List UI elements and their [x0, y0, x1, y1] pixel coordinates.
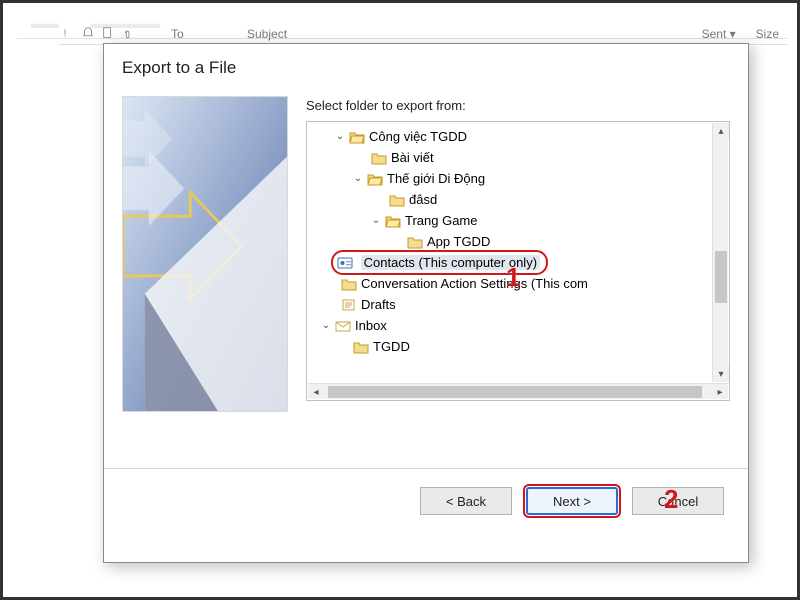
cancel-button[interactable]: Cancel — [632, 487, 724, 515]
col-size-label: Size — [756, 27, 779, 41]
tree-item-label: Bài viết — [391, 148, 434, 168]
horizontal-scrollbar[interactable]: ◂ ▸ — [308, 383, 728, 399]
tree-item[interactable]: đâsd — [315, 189, 712, 210]
open-folder-icon — [385, 214, 401, 228]
collapse-toggle-icon[interactable]: ⌄ — [351, 169, 365, 189]
tree-item-contacts[interactable]: Contacts (This computer only) — [315, 252, 712, 273]
tree-item-label: đâsd — [409, 190, 437, 210]
tree-item[interactable]: TGDD — [315, 336, 712, 357]
tree-item-label: Công việc TGDD — [369, 127, 467, 147]
back-button[interactable]: < Back — [420, 487, 512, 515]
tree-item-label: Conversation Action Settings (This com — [361, 274, 588, 294]
open-folder-icon — [349, 130, 365, 144]
folder-icon — [341, 277, 357, 291]
column-headers: To Subject Sent ▾ Size — [59, 23, 787, 45]
wizard-illustration — [122, 96, 288, 412]
prompt-label: Select folder to export from: — [306, 98, 730, 113]
col-to-label: To — [171, 27, 247, 41]
tree-item[interactable]: Drafts — [315, 294, 712, 315]
tree-item[interactable]: ⌄ Công việc TGDD — [315, 126, 712, 147]
tree-item-label: Thế giới Di Động — [387, 169, 485, 189]
tree-item[interactable]: Conversation Action Settings (This com — [315, 273, 712, 294]
tree-item[interactable]: ⌄ Trang Game — [315, 210, 712, 231]
inbox-icon — [335, 319, 351, 333]
tree-item[interactable]: Bài viết — [315, 147, 712, 168]
export-wizard-dialog: Export to a File Select folder to export — [103, 43, 749, 563]
collapse-toggle-icon[interactable]: ⌄ — [319, 316, 333, 336]
tab-all-blur: ▬▬ — [31, 15, 59, 31]
scroll-thumb[interactable] — [715, 251, 727, 303]
tree-item[interactable]: ⌄ Inbox — [315, 315, 712, 336]
scroll-down-icon[interactable]: ▾ — [713, 366, 729, 382]
col-subject-label: Subject — [247, 27, 287, 41]
col-sent-label: Sent ▾ — [702, 27, 736, 41]
wizard-button-row: < Back Next > Cancel — [104, 469, 748, 515]
tree-item-label: Drafts — [361, 295, 396, 315]
folder-icon — [389, 193, 405, 207]
scroll-right-icon[interactable]: ▸ — [712, 384, 728, 400]
scroll-left-icon[interactable]: ◂ — [308, 384, 324, 400]
collapse-toggle-icon[interactable]: ⌄ — [333, 127, 347, 147]
tree-item-label: Contacts (This computer only) — [361, 255, 540, 270]
open-folder-icon — [367, 172, 383, 186]
next-button[interactable]: Next > — [526, 487, 618, 515]
tree-item[interactable]: App TGDD — [315, 231, 712, 252]
folder-icon — [407, 235, 423, 249]
tree-item-label: Inbox — [355, 316, 387, 336]
scroll-thumb[interactable] — [328, 386, 702, 398]
collapse-toggle-icon[interactable]: ⌄ — [369, 211, 383, 231]
tree-item-label: TGDD — [373, 337, 410, 357]
tree-item-label: Trang Game — [405, 211, 478, 231]
scroll-up-icon[interactable]: ▴ — [713, 123, 729, 139]
tree-item-label: App TGDD — [427, 232, 490, 252]
contacts-icon — [337, 256, 353, 270]
folder-tree[interactable]: ⌄ Công việc TGDD Bài viết — [306, 121, 730, 401]
drafts-icon — [341, 298, 357, 312]
tree-item[interactable]: ⌄ Thế giới Di Động — [315, 168, 712, 189]
vertical-scrollbar[interactable]: ▴ ▾ — [712, 123, 728, 382]
dialog-title: Export to a File — [104, 44, 748, 88]
folder-icon — [353, 340, 369, 354]
folder-icon — [371, 151, 387, 165]
